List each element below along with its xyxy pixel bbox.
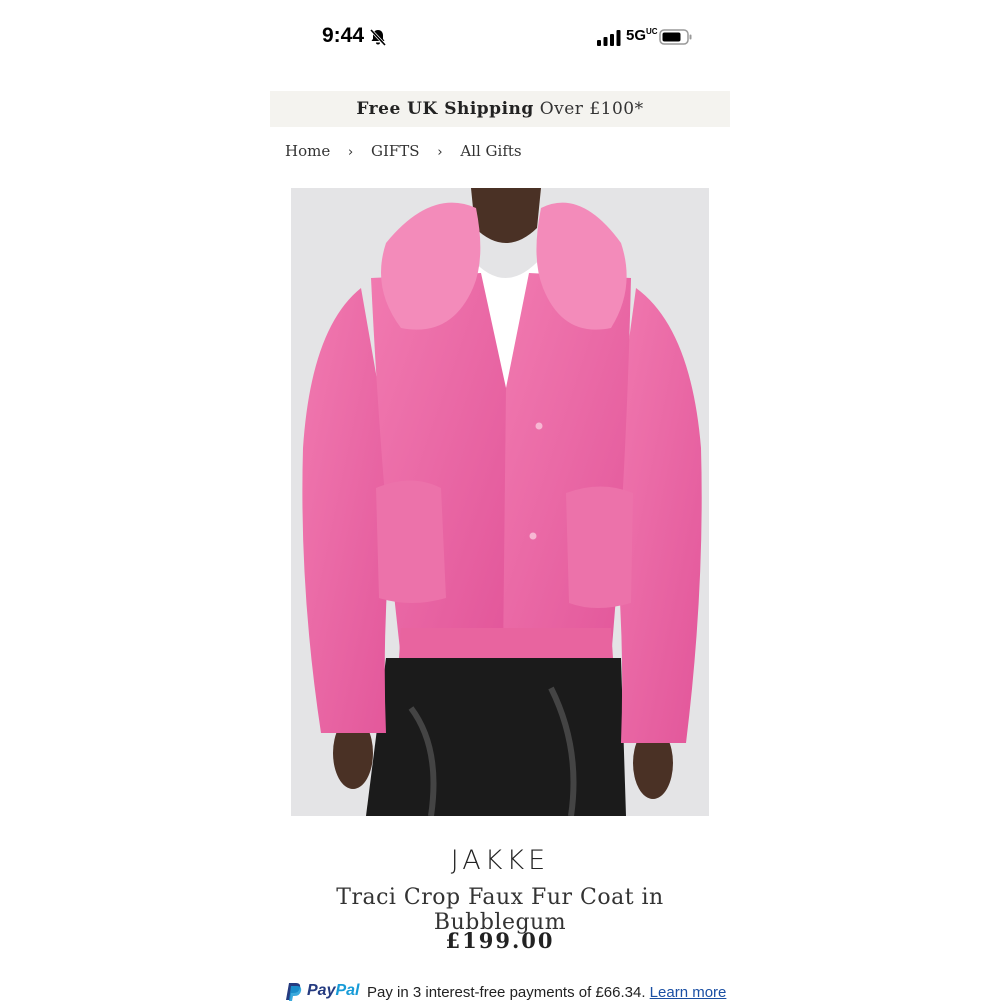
breadcrumb-home[interactable]: Home [285, 142, 330, 160]
bell-muted-icon [369, 28, 387, 46]
product-photo-illustration [291, 188, 709, 816]
breadcrumb-all-gifts[interactable]: All Gifts [460, 142, 521, 160]
paypal-learn-more-link[interactable]: Learn more [650, 984, 727, 1001]
breadcrumb: Home › GIFTS › All Gifts [285, 142, 522, 160]
network-label: 5GUC [626, 27, 658, 44]
status-time: 9:44 [322, 24, 365, 47]
battery-icon [659, 29, 692, 45]
paypal-logo-icon [286, 983, 302, 1001]
paypal-installments-text: Pay in 3 interest-free payments of £66.3… [367, 984, 727, 1001]
signal-icon [597, 30, 621, 46]
breadcrumb-gifts[interactable]: GIFTS [371, 142, 420, 160]
shipping-banner-rest: Over £100* [539, 99, 644, 119]
status-bar: 9:44 5GUC [270, 22, 730, 52]
paypal-wordmark: PayPal [307, 982, 360, 999]
paypal-message: PayPal Pay in 3 interest-free payments o… [284, 982, 744, 1002]
breadcrumb-separator: › [437, 145, 443, 160]
shipping-banner: Free UK Shipping Over £100* [270, 91, 730, 127]
product-price: £199.00 [445, 928, 555, 953]
shipping-banner-bold: Free UK Shipping [356, 99, 534, 119]
product-image[interactable] [291, 188, 709, 816]
breadcrumb-separator: › [348, 145, 354, 160]
product-brand[interactable]: JAKKE [270, 845, 730, 876]
